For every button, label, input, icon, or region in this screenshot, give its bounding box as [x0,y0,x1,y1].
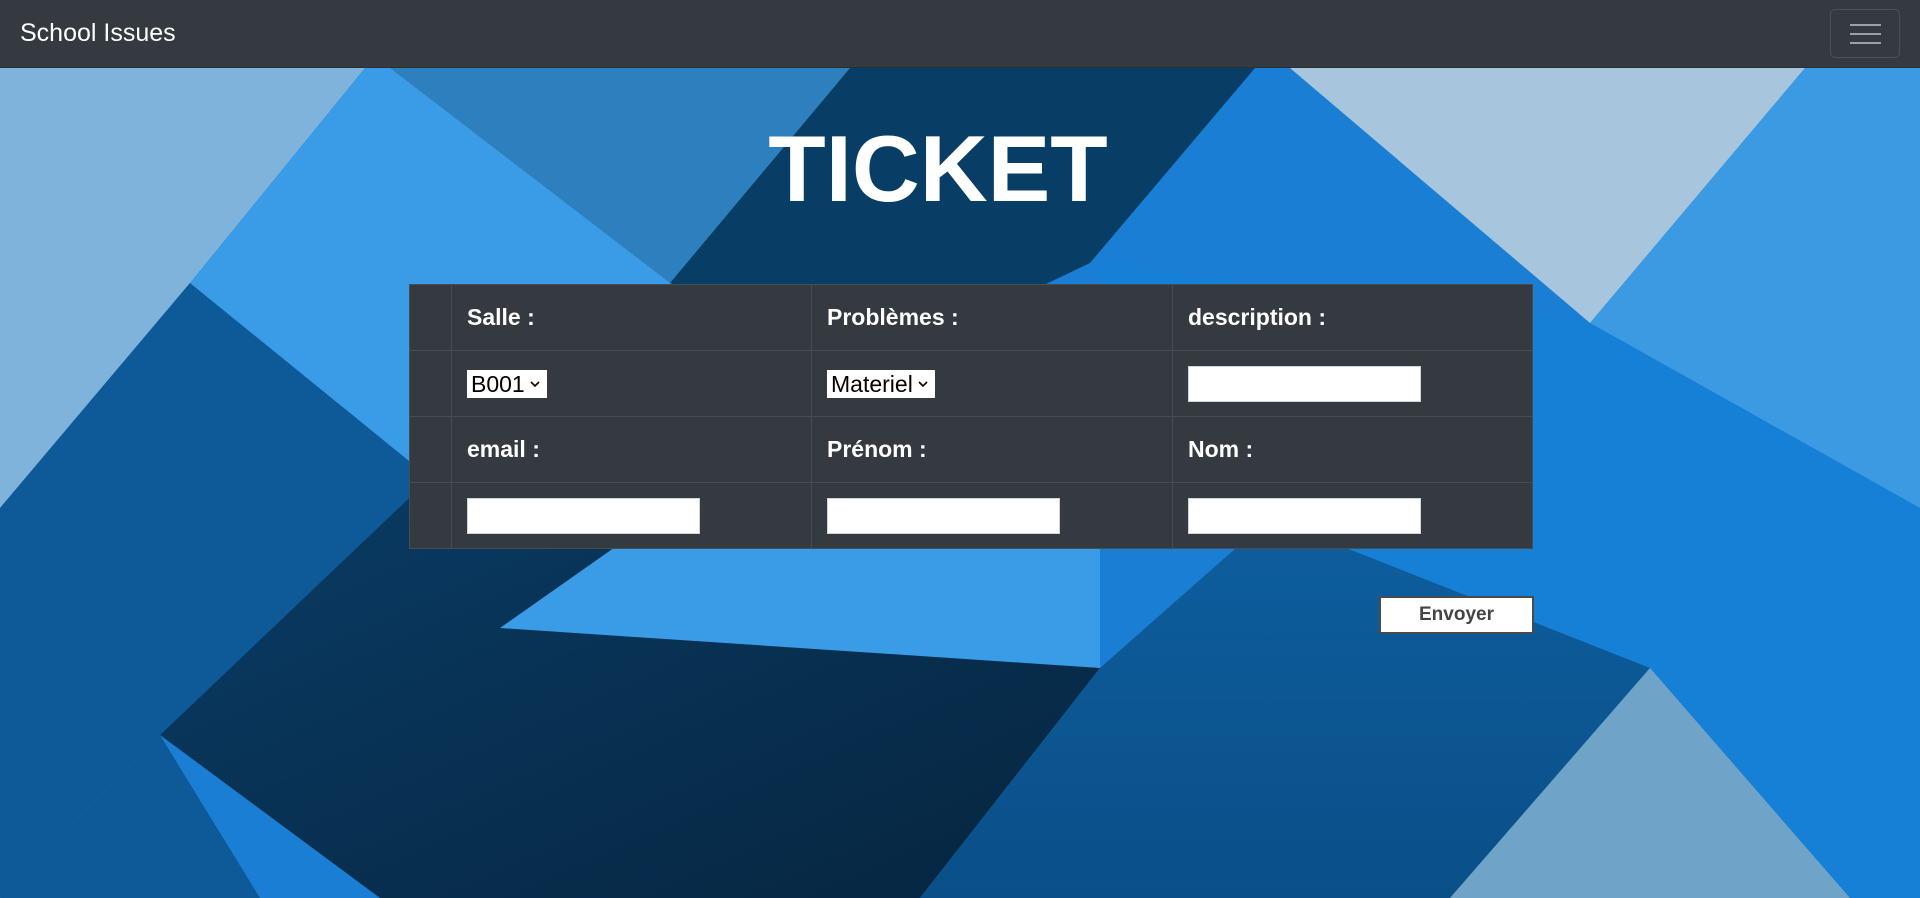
table-cell: Salle : [451,284,812,351]
table-cell [1172,350,1533,417]
salle-label: Salle : [467,304,535,330]
table-cell [409,350,452,417]
ticket-form-table: Salle : Problèmes : description : B001 M… [409,284,1533,549]
table-cell [409,284,452,351]
page-title: TICKET [768,116,1108,221]
salle-select-value: B001 [471,370,525,397]
navbar-brand[interactable]: School Issues [20,19,176,48]
nom-input[interactable] [1188,497,1421,534]
table-row: email : Prénom : Nom : [409,416,1533,483]
table-cell: Nom : [1172,416,1533,483]
description-input[interactable] [1188,365,1421,402]
hamburger-icon-bar [1850,24,1881,26]
table-cell: description : [1172,284,1533,351]
table-cell [811,482,1173,549]
nom-label: Nom : [1188,436,1254,462]
envoyer-button[interactable]: Envoyer [1379,596,1534,634]
hamburger-icon-bar [1850,33,1881,35]
table-cell: Problèmes : [811,284,1173,351]
navbar-toggler-button[interactable] [1830,9,1900,58]
table-cell: Prénom : [811,416,1173,483]
table-cell [409,416,452,483]
table-cell: B001 [451,350,812,417]
table-row: B001 Materiel [409,350,1533,417]
table-row: Salle : Problèmes : description : [409,284,1533,351]
table-cell [451,482,812,549]
probleme-select[interactable]: Materiel [827,369,935,398]
chevron-down-icon [530,380,540,387]
prenom-input[interactable] [827,497,1060,534]
salle-select[interactable]: B001 [467,369,547,398]
description-label: description : [1188,304,1327,330]
table-cell: email : [451,416,812,483]
table-cell: Materiel [811,350,1173,417]
navbar: School Issues [0,0,1920,68]
email-label: email : [467,436,540,462]
problemes-label: Problèmes : [827,304,959,330]
chevron-down-icon [918,380,928,387]
table-cell [409,482,452,549]
prenom-label: Prénom : [827,436,927,462]
probleme-select-value: Materiel [831,370,913,397]
table-cell [1172,482,1533,549]
hamburger-icon-bar [1850,42,1881,44]
table-row [409,482,1533,549]
email-input[interactable] [467,497,700,534]
